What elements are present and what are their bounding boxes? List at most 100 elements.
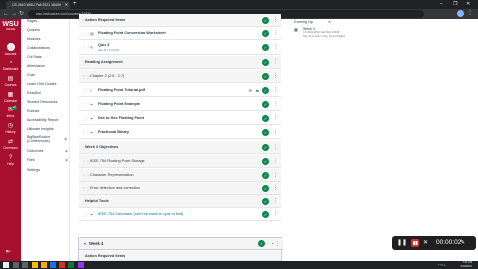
drag-handle-icon[interactable]: ⋮⋮ (82, 112, 90, 125)
gnav-help[interactable]: ? Help (0, 155, 21, 166)
new-tab-button[interactable]: + (73, 1, 77, 8)
gnav-dashboard[interactable]: ◔ Dashboard (0, 60, 21, 71)
close-icon[interactable]: ✕ (328, 19, 331, 25)
module-row-subheader[interactable]: ⋮⋮ Action Required Items (79, 251, 281, 261)
drag-handle-icon[interactable]: ⋮⋮ (82, 84, 90, 97)
row-menu-icon[interactable]: ⋮ (273, 84, 278, 97)
row-menu-icon[interactable]: ⋮ (273, 98, 278, 111)
app-icon[interactable] (68, 262, 74, 268)
module-row-link[interactable]: ⋮⋮ ⚭ Floating Point Example ✓ ⋮ (79, 98, 281, 111)
file-explorer-icon[interactable] (41, 262, 47, 268)
row-menu-icon[interactable]: ⋮ (273, 155, 278, 168)
course-nav-files[interactable]: Files ◉ (27, 156, 68, 164)
institution-logo[interactable]: WSU ONLINE (2, 21, 19, 31)
published-icon[interactable]: ✓ (262, 73, 269, 80)
course-nav-chi-stats[interactable]: Chi Stats (27, 53, 67, 61)
gnav-account[interactable]: Account (0, 43, 21, 56)
gnav-inbox[interactable]: ✉ 20 Inbox (0, 106, 21, 118)
module-row-quiz[interactable]: ⋮⋮ ✎ Quiz 3 Sep 11 | 5 Points ✓ ⋮ (79, 40, 281, 55)
row-menu-icon[interactable]: ⋮ (273, 182, 278, 195)
course-nav-rubrics[interactable]: Rubrics (27, 107, 67, 115)
published-icon[interactable]: ✓ (258, 240, 265, 247)
course-nav-learn-grid-guides[interactable]: Learn Grid Guides (27, 80, 67, 88)
published-icon[interactable]: ✓ (262, 144, 269, 151)
published-icon[interactable]: ✓ (262, 115, 269, 122)
published-icon[interactable]: ✓ (262, 44, 269, 51)
course-nav-collaborations[interactable]: Collaborations (27, 44, 67, 52)
share-icon[interactable]: ⇆ (256, 84, 259, 97)
row-menu-icon[interactable]: ⋮ (273, 27, 278, 40)
browser-menu-icon[interactable]: ⋮ (467, 9, 473, 18)
module-row-file[interactable]: ⋮⋮ ⌇ Floating Point Tutorial.pdf ⟳ ⇆ ✓ ⋮ (79, 84, 281, 97)
row-menu-icon[interactable]: ⋮ (273, 14, 278, 27)
module-row-page[interactable]: ⋮⋮ ▤ Floating Point Conversion Worksheet… (79, 27, 281, 40)
chrome-icon[interactable] (32, 262, 38, 268)
row-menu-icon[interactable]: ⋮ (273, 208, 278, 221)
published-icon[interactable]: ✓ (262, 101, 269, 108)
draw-icon[interactable]: ✎ (460, 236, 465, 250)
course-nav-ultimate-insights[interactable]: Ultimate Insights (27, 125, 67, 133)
drag-handle-icon[interactable]: ⋮⋮ (82, 208, 90, 221)
gnav-history[interactable]: ◷ History (0, 123, 21, 134)
module-header[interactable]: ⋮⋮ ▾ Week 4 ✓ + ⋮ (79, 238, 283, 250)
course-nav-modules[interactable]: Modules (27, 35, 67, 43)
stop-record-button[interactable] (411, 239, 419, 247)
profile-avatar[interactable] (457, 10, 464, 17)
tray-icons[interactable]: ^ ▭ ◖ (438, 261, 446, 269)
course-nav-quizzes[interactable]: Quizzes (27, 26, 67, 34)
close-tab-icon[interactable]: ✕ (65, 1, 68, 9)
published-icon[interactable]: ✓ (262, 17, 269, 24)
module-row-subheader[interactable]: ⋮⋮ Week 3 Objectives ✓ ⋮ (79, 141, 281, 154)
published-icon[interactable]: ✓ (262, 211, 269, 218)
published-icon[interactable]: ✓ (262, 59, 269, 66)
course-nav-pages[interactable]: Pages (27, 17, 67, 25)
module-menu-icon[interactable]: ⋮ (275, 238, 280, 250)
module-row-subheader[interactable]: ⋮⋮ Reading Assignment ✓ ⋮ (79, 56, 281, 69)
reload-icon[interactable]: ⟳ (249, 84, 252, 97)
row-menu-icon[interactable]: ⋮ (273, 126, 278, 139)
app-icon[interactable] (59, 262, 65, 268)
close-window-icon[interactable]: ✕ (466, 0, 470, 8)
gnav-courses[interactable]: ▤ Courses (0, 76, 21, 87)
maximize-icon[interactable]: ❐ (453, 0, 457, 8)
row-menu-icon[interactable]: ⋮ (273, 169, 278, 182)
drag-handle-icon[interactable]: ⋮⋮ (82, 126, 90, 139)
published-icon[interactable]: ✓ (262, 172, 269, 179)
published-icon[interactable]: ✓ (262, 198, 269, 205)
drag-handle-icon[interactable]: ⋮⋮ (82, 40, 90, 55)
course-nav-accessibility-report[interactable]: Accessibility Report (27, 116, 67, 124)
row-menu-icon[interactable]: ⋮ (273, 56, 278, 69)
course-nav-attendance[interactable]: Attendance (27, 62, 67, 70)
module-row-external-link[interactable]: ⋮⋮ ⚭ IEEE-754 Calculator (can't be used … (79, 208, 281, 221)
row-menu-icon[interactable]: ⋮ (273, 70, 278, 83)
module-row-subheader[interactable]: ⋮⋮ IEEE 754 Floating Point Storage ✓ ⋮ (79, 155, 281, 168)
module-row-link[interactable]: ⋮⋮ ⚭ Dec to Hex Floating Point ✓ ⋮ (79, 112, 281, 125)
module-row-subheader[interactable]: ⋮⋮ Chapter 2 (2.5 - 2.7) ✓ ⋮ (79, 70, 281, 83)
taskview-icon[interactable] (22, 262, 28, 268)
course-nav-settings[interactable]: Settings (27, 166, 67, 174)
published-icon[interactable]: ✓ (262, 30, 269, 37)
row-menu-icon[interactable]: ⋮ (273, 195, 278, 208)
module-row-subheader[interactable]: ⋮⋮ Error detection and correction ✓ ⋮ (79, 182, 281, 195)
published-icon[interactable]: ✓ (262, 185, 269, 192)
drag-handle-icon[interactable]: ⋮⋮ (82, 98, 90, 111)
row-menu-icon[interactable]: ⋮ (273, 141, 278, 154)
module-row-subheader[interactable]: ⋮⋮ Action Required Items ✓ ⋮ (79, 14, 281, 27)
browser-tab[interactable]: CS 2610 WSU Fall 2021 18409 ✕ (6, 1, 70, 9)
gnav-commons[interactable]: ⇄ Commons (0, 139, 21, 150)
published-icon[interactable]: ✓ (262, 158, 269, 165)
module-row-subheader[interactable]: ⋮⋮ Character Representation ✓ ⋮ (79, 169, 281, 182)
course-nav-bigbluebutton[interactable]: BigBlueButton (Conferences) ◉ (27, 135, 67, 144)
published-icon[interactable]: ✓ (262, 87, 269, 94)
app-icon[interactable] (78, 262, 84, 268)
cancel-icon[interactable]: ✕ (423, 236, 428, 250)
drag-handle-icon[interactable]: ⋮⋮ (82, 70, 90, 83)
app-icon[interactable] (50, 262, 56, 268)
start-icon[interactable] (3, 262, 9, 268)
row-menu-icon[interactable]: ⋮ (273, 40, 278, 55)
published-icon[interactable]: ✓ (262, 129, 269, 136)
gnav-calendar[interactable]: ▦ Calendar (0, 92, 21, 103)
row-menu-icon[interactable]: ⋮ (273, 112, 278, 125)
back-icon[interactable]: ← (3, 10, 9, 18)
course-nav-chat[interactable]: Chat (27, 71, 67, 79)
